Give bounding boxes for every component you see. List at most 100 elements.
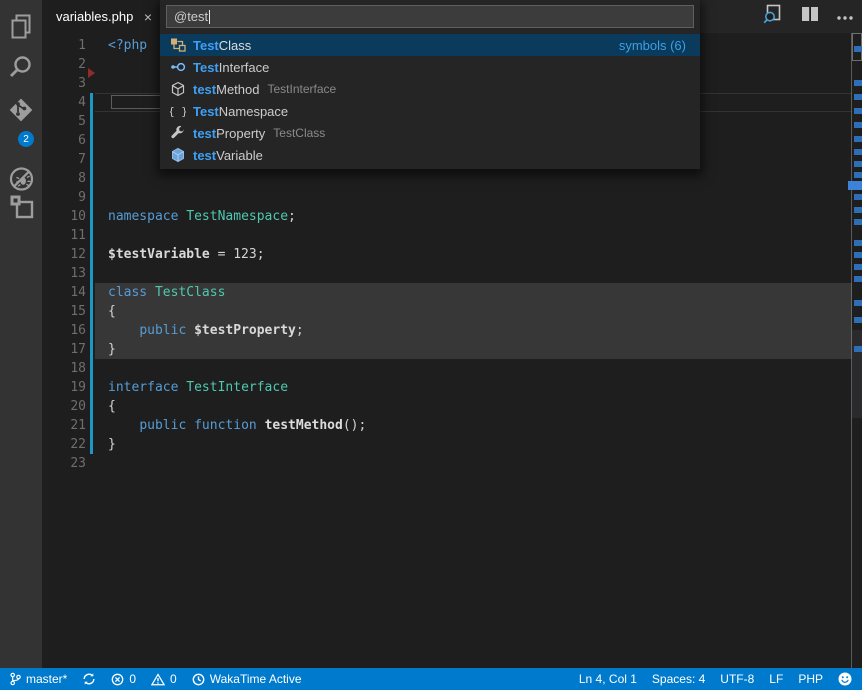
code-line[interactable]: 23 [42,454,862,473]
line-number: 5 [42,112,86,131]
line-number: 18 [42,359,86,378]
overview-ruler-mark [854,149,862,155]
quick-open-item[interactable]: TestClasssymbols (6) [160,34,700,56]
tab-variables-php[interactable]: variables.php × [42,0,160,33]
overview-ruler-mark [854,240,862,246]
warning-icon [151,673,165,686]
status-item-smiley[interactable] [838,672,852,686]
code-line[interactable]: 8 [42,169,862,188]
code-line[interactable]: 22} [42,435,862,454]
open-preview-button[interactable] [762,4,784,29]
editor-actions [762,0,854,33]
code-line[interactable]: 21 public function testMethod(); [42,416,862,435]
quick-open-input[interactable]: @test [166,5,694,28]
line-number: 12 [42,245,86,264]
line-number: 2 [42,55,86,74]
line-number: 20 [42,397,86,416]
overview-ruler-mark [854,194,862,200]
split-editor-button[interactable] [801,6,819,27]
ellipsis-icon [836,8,854,26]
status-item-spaces-4[interactable]: Spaces: 4 [652,672,705,686]
method-symbol-icon [170,81,186,97]
code-line[interactable]: 18 [42,359,862,378]
overview-ruler-mark [854,207,862,213]
modified-line-indicator [90,378,93,397]
modified-line-indicator [90,188,93,207]
symbol-label: testProperty [193,126,265,141]
status-bar-right: Ln 4, Col 1 Spaces: 4 UTF-8 LF PHP [579,672,852,686]
status-item-0[interactable]: 0 [111,672,136,686]
git-branch-icon [10,672,21,686]
sidebar-item-explorer[interactable] [0,13,42,45]
line-number: 22 [42,435,86,454]
line-number: 13 [42,264,86,283]
code-text: class TestClass [95,283,852,302]
quick-open-item[interactable]: TestInterface [160,56,700,78]
status-bar-left: master* 0 0 WakaTime Active [10,672,302,686]
sidebar-item-source-control[interactable] [0,96,42,128]
quick-open-item[interactable]: testVariable [160,144,700,166]
activity-bar: 2 [0,0,42,668]
status-item-wakatime-active[interactable]: WakaTime Active [192,672,302,686]
quick-open-item[interactable]: testPropertyTestClass [160,122,700,144]
code-line[interactable]: 20{ [42,397,862,416]
status-bar: master* 0 0 WakaTime Active Ln 4, Col 1 Spac… [0,668,862,690]
status-item-ln-4-col-1[interactable]: Ln 4, Col 1 [579,672,637,686]
status-item-lf[interactable]: LF [769,672,783,686]
status-item-label: master* [26,672,67,686]
line-number: 4 [42,93,86,112]
code-line[interactable]: 14class TestClass [42,283,862,302]
status-item-master-[interactable]: master* [10,672,67,686]
code-line[interactable]: 17} [42,340,862,359]
status-item-sync[interactable] [82,672,96,686]
symbol-label: TestInterface [193,60,269,75]
status-item-utf-8[interactable]: UTF-8 [720,672,754,686]
status-item-0[interactable]: 0 [151,672,177,686]
more-actions-button[interactable] [836,8,854,26]
line-number: 23 [42,454,86,473]
overview-ruler-mark [854,219,862,225]
modified-line-indicator [90,454,93,473]
code-text: $testVariable = 123; [95,245,852,264]
code-text: public $testProperty; [95,321,852,340]
svg-text:{ }: { } [170,105,186,118]
status-item-label: LF [769,672,783,686]
modified-line-indicator [90,226,93,245]
modified-line-indicator [90,245,93,264]
interface-symbol-icon [170,59,186,75]
status-item-php[interactable]: PHP [798,672,823,686]
line-number: 15 [42,302,86,321]
code-line[interactable]: 16 public $testProperty; [42,321,862,340]
close-icon[interactable]: × [144,9,152,25]
explorer-icon [9,14,33,45]
code-line[interactable]: 13 [42,264,862,283]
code-line[interactable]: 10namespace TestNamespace; [42,207,862,226]
sidebar-item-search[interactable] [0,53,42,85]
property-symbol-icon [170,125,186,141]
quick-open-group-label: symbols (6) [619,38,686,53]
class-symbol-icon [170,37,186,53]
code-text [95,188,852,207]
code-line[interactable]: 11 [42,226,862,245]
line-number: 19 [42,378,86,397]
overview-ruler-mark [854,46,862,52]
code-text [95,169,852,188]
modified-line-indicator [90,321,93,340]
quick-open-item[interactable]: testMethodTestInterface [160,78,700,100]
split-editor-icon [801,6,819,27]
code-text: interface TestInterface [95,378,852,397]
code-line[interactable]: 12 $testVariable = 123; [42,245,862,264]
overview-ruler[interactable] [851,33,862,668]
text-cursor [209,10,210,24]
code-line[interactable]: 9 [42,188,862,207]
quick-open-list: TestClasssymbols (6) TestInterface testMet… [160,34,700,169]
extensions-icon [9,194,34,224]
code-line[interactable]: 15{ [42,302,862,321]
line-number: 17 [42,340,86,359]
symbol-label: testVariable [193,148,263,163]
code-line[interactable]: 19 interface TestInterface [42,378,862,397]
line-number: 9 [42,188,86,207]
quick-open-item[interactable]: { }TestNamespace [160,100,700,122]
sidebar-item-extensions[interactable] [0,193,42,225]
line-number: 11 [42,226,86,245]
